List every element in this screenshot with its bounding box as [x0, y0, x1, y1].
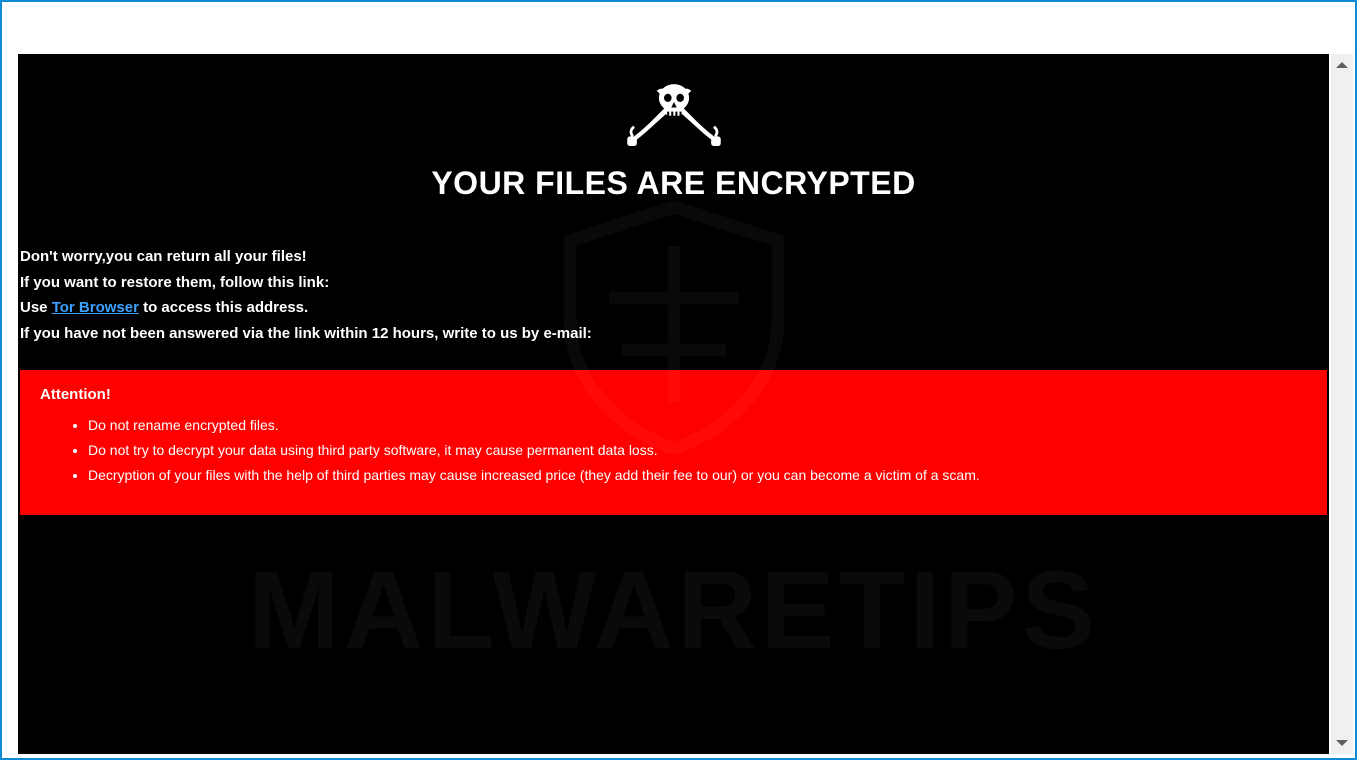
content-inner: MALWARETIPS	[18, 54, 1329, 754]
watermark-text: MALWARETIPS	[248, 547, 1099, 674]
instruction-line-4: If you have not been answered via the li…	[20, 321, 1327, 347]
chevron-up-icon	[1336, 62, 1348, 68]
chevron-down-icon	[1336, 740, 1348, 746]
attention-list: Do not rename encrypted files. Do not tr…	[40, 413, 1307, 489]
attention-item: Do not try to decrypt your data using th…	[88, 438, 1307, 463]
content-viewport: MALWARETIPS	[18, 54, 1329, 754]
instruction-line-1: Don't worry,you can return all your file…	[20, 244, 1327, 270]
instruction-line-3: Use Tor Browser to access this address.	[20, 295, 1327, 321]
attention-item: Do not rename encrypted files.	[88, 413, 1307, 438]
attention-panel: Attention! Do not rename encrypted files…	[20, 370, 1327, 515]
vertical-scrollbar[interactable]	[1331, 54, 1353, 754]
window-body: MALWARETIPS	[2, 2, 1355, 758]
tor-browser-link[interactable]: Tor Browser	[52, 299, 139, 316]
window-frame: MALWARETIPS	[0, 0, 1357, 760]
instruction-line-3-prefix: Use	[20, 299, 52, 316]
instruction-line-3-suffix: to access this address.	[139, 299, 308, 316]
scroll-down-button[interactable]	[1331, 732, 1353, 754]
instructions-block: Don't worry,you can return all your file…	[18, 244, 1329, 346]
attention-heading: Attention!	[40, 386, 1307, 403]
instruction-line-2: If you want to restore them, follow this…	[20, 270, 1327, 296]
attention-item: Decryption of your files with the help o…	[88, 463, 1307, 488]
scroll-up-button[interactable]	[1331, 54, 1353, 76]
skull-crossed-swords-icon	[18, 78, 1329, 153]
page-title: YOUR FILES ARE ENCRYPTED	[18, 165, 1329, 202]
